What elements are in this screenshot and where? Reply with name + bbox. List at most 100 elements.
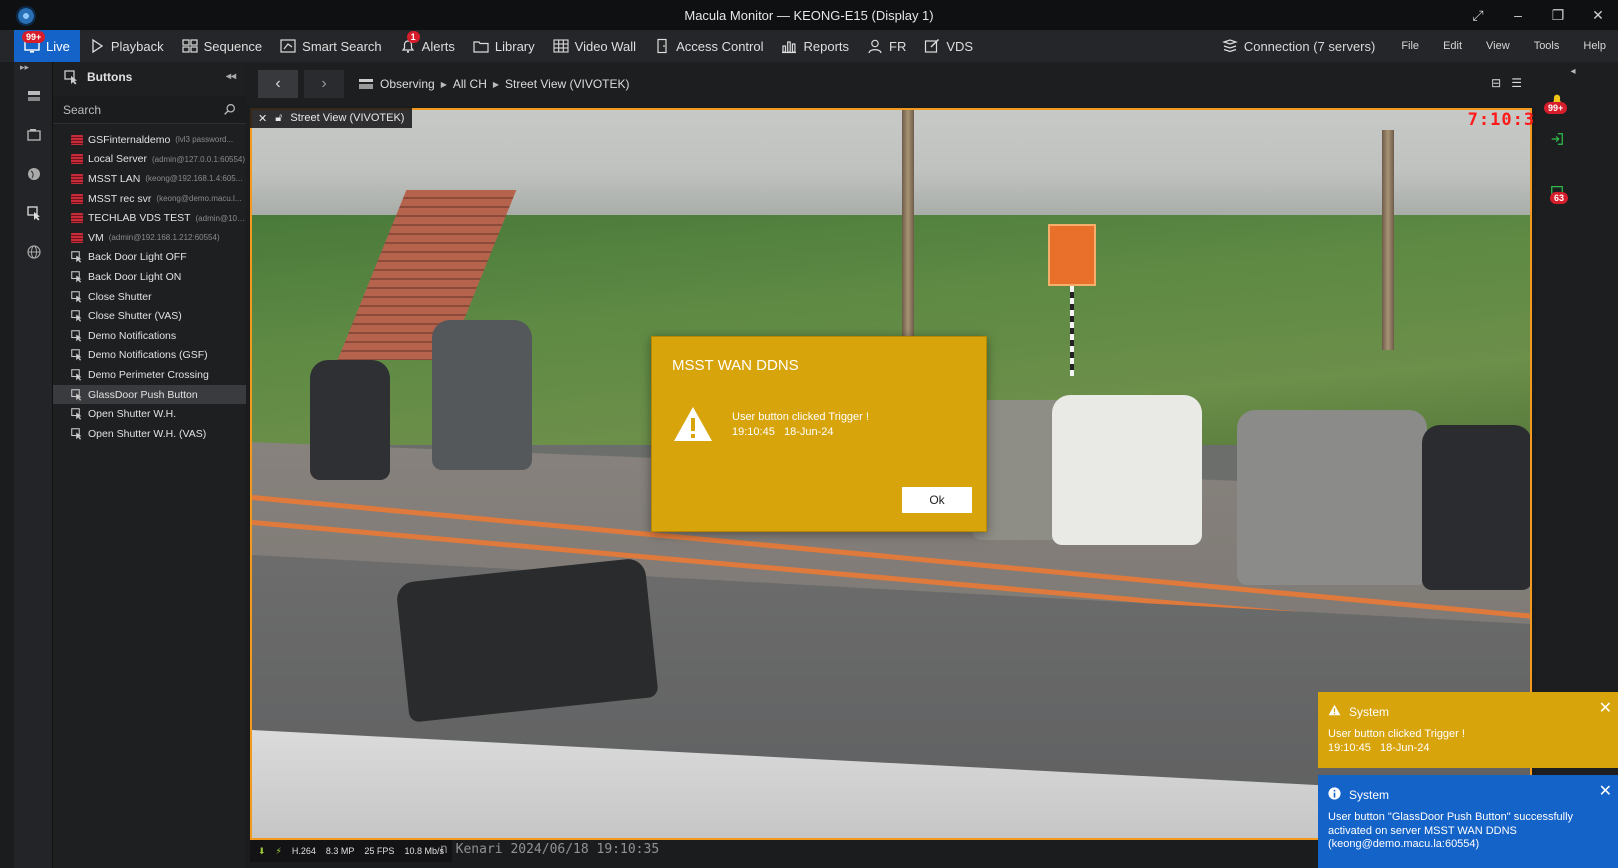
nav-smart-search[interactable]: Smart Search [271, 30, 390, 62]
nav-access-control[interactable]: Access Control [645, 30, 772, 62]
toast-line: (keong@demo.macu.la:60554) [1328, 838, 1480, 850]
buttons-panel-icon[interactable] [24, 203, 43, 222]
toast-header: System [1328, 787, 1389, 803]
user-button-item[interactable]: Demo Perimeter Crossing [53, 365, 246, 385]
breadcrumb-street-view[interactable]: Street View (VIVOTEK) [505, 77, 629, 91]
server-item[interactable]: MSST rec svr (keong@demo.macu.l... [53, 189, 246, 209]
fullscreen-icon[interactable]: ⤢ [1458, 0, 1498, 30]
server-detail: (lvl3 password... [175, 135, 234, 145]
collapse-sidebar-icon[interactable]: ◂◂ [226, 71, 236, 82]
user-button-icon [71, 388, 83, 401]
server-detail: (admin@10.0.0... [195, 213, 247, 223]
fps-label: 25 FPS [364, 846, 395, 856]
breadcrumb-all-ch[interactable]: All CH [453, 77, 487, 91]
restore-icon[interactable]: ❐ [1538, 0, 1578, 30]
nav-library-label: Library [494, 38, 535, 54]
split-view-icon[interactable]: ⊟ [1491, 76, 1501, 90]
scene-car [1237, 410, 1427, 585]
breadcrumb-observing[interactable]: Observing [380, 77, 435, 91]
nav-vds[interactable]: VDS [915, 30, 982, 62]
video-wall-icon [553, 38, 569, 54]
server-name: MSST LAN [88, 172, 141, 185]
camera-list-icon[interactable] [24, 125, 43, 144]
server-item[interactable]: VM (admin@192.168.1.212:60554) [53, 228, 246, 248]
close-tile-icon[interactable]: ✕ [258, 112, 267, 125]
user-button-item[interactable]: Back Door Light OFF [53, 248, 246, 268]
user-button-item[interactable]: Back Door Light ON [53, 267, 246, 287]
nav-live-label: Live [46, 38, 70, 54]
hamburger-menu-icon[interactable]: ☰ [1511, 76, 1522, 90]
user-button-item[interactable]: Open Shutter W.H. [53, 404, 246, 424]
nav-video-wall[interactable]: Video Wall [544, 30, 645, 62]
download-icon[interactable]: ⬇ [258, 846, 266, 857]
server-detail: (keong@demo.macu.l... [156, 194, 242, 204]
server-item[interactable]: MSST LAN (keong@192.168.1.4:605... [53, 169, 246, 189]
nav-library[interactable]: Library [464, 30, 544, 62]
user-button-label: Back Door Light ON [88, 270, 182, 283]
menu-view[interactable]: View [1474, 40, 1522, 52]
server-icon [71, 232, 83, 243]
breadcrumb-separator-icon: ▶ [492, 79, 500, 89]
connection-status[interactable]: Connection (7 servers) [1208, 38, 1390, 54]
toast-body: User button clicked Trigger ! 19:10:45 1… [1328, 728, 1598, 755]
user-button-item[interactable]: Demo Notifications [53, 326, 246, 346]
server-detail: (admin@192.168.1.212:60554) [108, 233, 220, 243]
forward-button[interactable]: › [304, 70, 344, 98]
search-icon[interactable] [223, 103, 236, 119]
nav-playback[interactable]: Playback [80, 30, 173, 62]
user-button-icon [71, 251, 83, 263]
back-button[interactable]: ‹ [258, 70, 298, 98]
user-button-item[interactable]: Close Shutter [53, 287, 246, 307]
nav-alerts[interactable]: 1 Alerts [391, 30, 464, 62]
ok-button[interactable]: Ok [902, 487, 972, 513]
user-button-item[interactable]: Demo Notifications (GSF) [53, 346, 246, 366]
close-icon[interactable]: ✕ [1578, 0, 1618, 30]
search-input[interactable] [63, 102, 213, 117]
toast-line: activated on server MSST WAN DDNS [1328, 824, 1517, 837]
system-info-toast: System User button "GlassDoor Push Butto… [1318, 775, 1618, 868]
warning-icon [672, 405, 714, 446]
close-toast-icon[interactable]: ✕ [1599, 698, 1612, 718]
nav-sequence[interactable]: Sequence [173, 30, 272, 62]
close-toast-icon[interactable]: ✕ [1599, 781, 1612, 801]
nav-fr[interactable]: FR [858, 30, 915, 62]
toast-line: 19:10:45 18-Jun-24 [1328, 741, 1430, 754]
lightning-icon: ⚡︎ [275, 845, 282, 856]
user-button-item[interactable]: Open Shutter W.H. (VAS) [53, 424, 246, 444]
user-button-item-selected[interactable]: GlassDoor Push Button [53, 384, 246, 405]
collapse-right-icon[interactable]: ◂ [1564, 62, 1582, 80]
nav-reports[interactable]: Reports [772, 30, 858, 62]
dialog-message-time: 19:10:45 18-Jun-24 [732, 426, 834, 438]
scene-tree-trunk [1382, 130, 1394, 350]
unlock-icon[interactable]: 🔓︎ [275, 112, 282, 125]
minimize-icon[interactable]: – [1498, 0, 1538, 30]
network-globe-icon[interactable] [24, 242, 43, 261]
nav-sequence-label: Sequence [203, 38, 263, 54]
layout-icon[interactable] [24, 86, 43, 105]
door-icon [654, 38, 670, 54]
user-button-item[interactable]: Close Shutter (VAS) [53, 306, 246, 326]
server-stack-icon [1221, 38, 1238, 54]
nav-live[interactable]: 99+ Live [14, 30, 80, 62]
server-item[interactable]: GSFinternaldemo (lvl3 password... [53, 130, 246, 150]
user-button-label: Demo Notifications (GSF) [88, 349, 208, 362]
scene-car [310, 360, 390, 480]
menu-tools[interactable]: Tools [1522, 40, 1572, 52]
menu-edit[interactable]: Edit [1431, 40, 1474, 52]
alerts-badge: 1 [406, 31, 420, 43]
menu-file[interactable]: File [1389, 40, 1431, 52]
scene-moving-car [395, 557, 659, 723]
login-icon[interactable] [1548, 130, 1566, 148]
globe-icon[interactable] [24, 164, 43, 183]
toast-title: System [1349, 788, 1390, 802]
server-item[interactable]: Local Server (admin@127.0.0.1:60554) [53, 150, 246, 170]
scene-tree-trunk [902, 110, 914, 340]
menu-help[interactable]: Help [1571, 40, 1618, 52]
user-button-label: Demo Notifications [88, 329, 177, 342]
expand-rail-icon[interactable]: ▸▸ [14, 62, 53, 74]
scene-car [432, 320, 532, 470]
sidebar-search [53, 96, 246, 124]
server-item[interactable]: TECHLAB VDS TEST (admin@10.0.0... [53, 208, 246, 228]
library-icon [473, 38, 489, 54]
user-button-label: Open Shutter W.H. [88, 408, 177, 421]
